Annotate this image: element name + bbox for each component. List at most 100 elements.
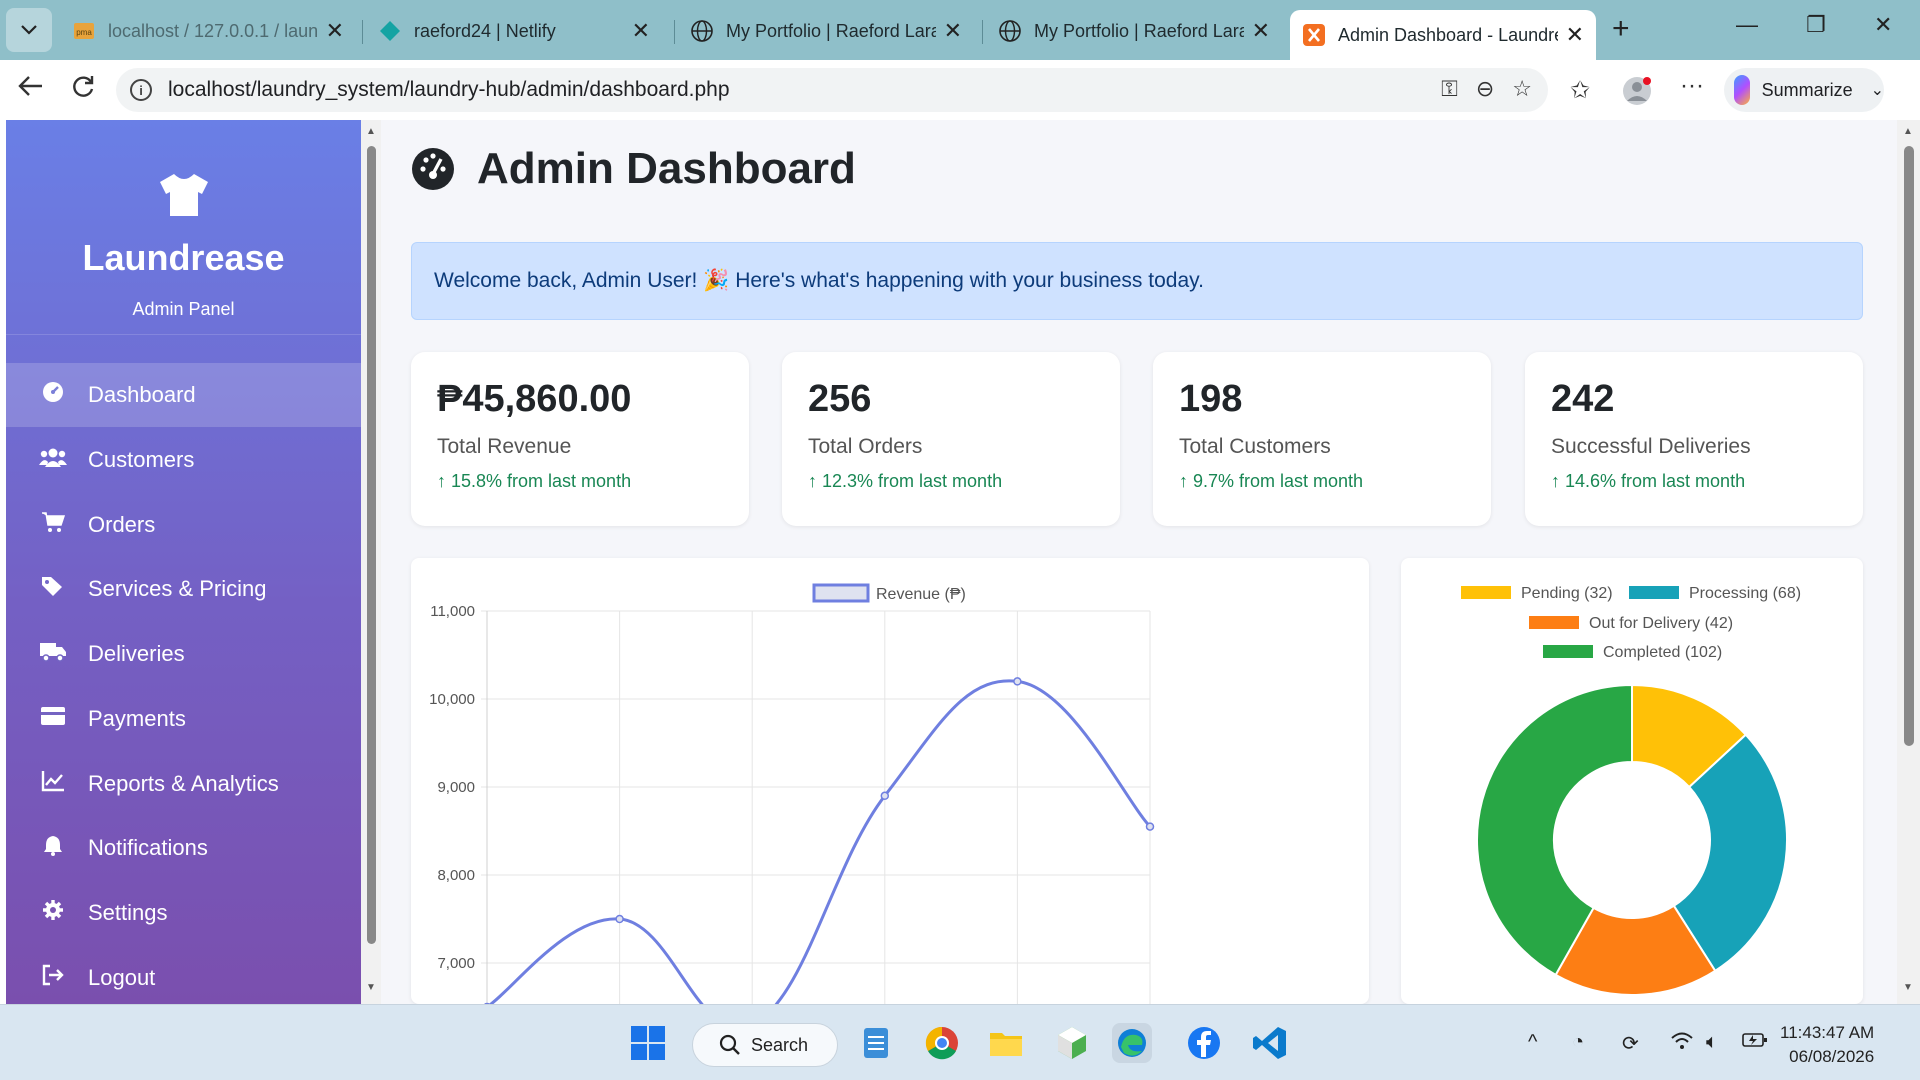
- stat-change: ↑ 9.7% from last month: [1179, 471, 1364, 491]
- revenue-line-chart: Revenue (₱) 11,000 10,000 9,000 8,000 7,…: [429, 583, 1155, 1004]
- sidebar-item-orders[interactable]: Orders: [6, 493, 361, 557]
- data-point[interactable]: [880, 791, 890, 801]
- legend-label: Revenue (₱): [876, 586, 966, 603]
- windows-start-icon[interactable]: [628, 1023, 668, 1063]
- scroll-down-icon[interactable]: ▼: [366, 982, 376, 993]
- new-tab-button[interactable]: +: [1612, 12, 1630, 46]
- scroll-up-icon[interactable]: ▲: [366, 126, 376, 137]
- scroll-up-icon[interactable]: ▲: [1903, 126, 1913, 137]
- facebook-icon[interactable]: [1184, 1023, 1224, 1063]
- data-point[interactable]: [1013, 677, 1022, 686]
- stat-card-orders: 256 Total Orders ↑ 12.3% from last month: [782, 352, 1120, 526]
- sidebar-item-deliveries[interactable]: Deliveries: [6, 622, 361, 686]
- tab-list-button[interactable]: [6, 8, 52, 52]
- stat-card-customers: 198 Total Customers ↑ 9.7% from last mon…: [1153, 352, 1491, 526]
- sidebar-item-notifications[interactable]: Notifications: [6, 816, 361, 880]
- wifi-icon[interactable]: [1670, 1031, 1694, 1057]
- battery-icon[interactable]: [1742, 1031, 1768, 1054]
- refresh-icon[interactable]: [70, 74, 96, 107]
- close-icon[interactable]: ✕: [326, 18, 344, 44]
- close-icon[interactable]: ✕: [1566, 22, 1584, 48]
- legend-swatch-completed: [1543, 645, 1593, 658]
- sidebar-item-customers[interactable]: Customers: [6, 428, 361, 492]
- more-icon[interactable]: ···: [1680, 72, 1704, 100]
- sidebar-item-label: Customers: [88, 447, 195, 472]
- chevron-down-icon[interactable]: ⌄: [1871, 80, 1884, 100]
- cart-icon: [38, 511, 68, 539]
- stat-label: Total Orders: [808, 435, 923, 458]
- taskbar-search[interactable]: Search: [692, 1023, 838, 1067]
- file-explorer-icon[interactable]: [986, 1023, 1026, 1063]
- revenue-chart-card: Revenue (₱) 11,000 10,000 9,000 8,000 7,…: [411, 558, 1369, 1004]
- taskbar-clock[interactable]: 11:43:47 AM 06/08/2026: [1780, 1021, 1874, 1069]
- tab-netlify[interactable]: raeford24 | Netlify ✕: [366, 10, 662, 52]
- sidebar-item-label: Services & Pricing: [88, 576, 267, 601]
- tab-admin-dashboard[interactable]: Admin Dashboard - Laundrease ✕: [1290, 10, 1596, 60]
- tab-separator: [674, 20, 675, 44]
- sidebar-scrollbar[interactable]: ▲ ▼: [361, 120, 381, 1004]
- chrome-icon[interactable]: [922, 1023, 962, 1063]
- tray-app-icon[interactable]: ◔: [1572, 1031, 1584, 1054]
- summarize-button[interactable]: Summarize ⌄: [1724, 68, 1884, 112]
- zoom-icon[interactable]: ⊖: [1476, 76, 1494, 102]
- globe-icon: [999, 20, 1021, 42]
- key-icon[interactable]: ⚿: [1441, 76, 1458, 102]
- tab-title: My Portfolio | Raeford Laraga: [726, 20, 936, 41]
- favorites-icon[interactable]: ✩: [1570, 76, 1590, 105]
- close-icon[interactable]: ✕: [1252, 18, 1270, 44]
- back-icon[interactable]: [16, 74, 44, 105]
- info-icon[interactable]: i: [130, 79, 152, 101]
- sidebar-item-payments[interactable]: Payments: [6, 687, 361, 751]
- sidebar-item-services-pricing[interactable]: Services & Pricing: [6, 557, 361, 621]
- sidebar-item-reports-analytics[interactable]: Reports & Analytics: [6, 752, 361, 816]
- legend-label: Completed (102): [1603, 644, 1722, 661]
- edge-icon[interactable]: [1112, 1023, 1152, 1063]
- url-bar[interactable]: i localhost/laundry_system/laundry-hub/a…: [116, 68, 1548, 112]
- data-point[interactable]: [1145, 822, 1155, 831]
- order-status-chart-card: Pending (32) Processing (68) Out for Del…: [1401, 558, 1863, 1004]
- brand-name: Laundrease: [82, 237, 285, 278]
- tab-portfolio-2[interactable]: My Portfolio | Raeford Laraga ✕: [986, 10, 1282, 52]
- tags-icon: [38, 575, 68, 603]
- tray-chevron-up-icon[interactable]: ^: [1528, 1031, 1537, 1054]
- scroll-down-icon[interactable]: ▼: [1903, 982, 1913, 993]
- close-icon[interactable]: ✕: [632, 18, 650, 44]
- gear-icon: [38, 899, 68, 927]
- sidebar-item-settings[interactable]: Settings: [6, 881, 361, 945]
- url-text[interactable]: localhost/laundry_system/laundry-hub/adm…: [168, 78, 730, 102]
- legend-swatch-processing: [1629, 586, 1679, 599]
- chart-grid: [481, 610, 1151, 1004]
- window-close-icon[interactable]: ✕: [1874, 12, 1892, 38]
- star-icon[interactable]: ☆: [1512, 76, 1532, 102]
- page-title-text: Admin Dashboard: [477, 144, 856, 193]
- stat-value: 242: [1551, 378, 1615, 420]
- restore-icon[interactable]: ❐: [1806, 12, 1826, 38]
- scrollbar-thumb[interactable]: [1904, 146, 1914, 746]
- scrollbar-thumb[interactable]: [367, 146, 376, 944]
- phpmyadmin-icon: pma: [74, 23, 94, 39]
- chart-line-icon: [38, 770, 68, 798]
- sidebar-item-dashboard[interactable]: Dashboard: [6, 363, 361, 427]
- page-viewport: Laundrease Admin Panel Dashboard Custome…: [0, 120, 1920, 1004]
- minimize-icon[interactable]: —: [1736, 12, 1758, 38]
- vscode-icon[interactable]: [1250, 1023, 1290, 1063]
- summarize-label: Summarize: [1761, 79, 1853, 100]
- address-bar-row: i localhost/laundry_system/laundry-hub/a…: [0, 60, 1920, 120]
- app-cube-icon[interactable]: [1052, 1023, 1092, 1063]
- search-label: Search: [751, 1034, 809, 1055]
- tab-phpmyadmin[interactable]: pma localhost / 127.0.0.1 / laundry_syst…: [60, 10, 356, 52]
- close-icon[interactable]: ✕: [944, 18, 962, 44]
- page-scrollbar[interactable]: ▲ ▼: [1897, 120, 1920, 1004]
- data-point[interactable]: [615, 914, 624, 924]
- profile-avatar[interactable]: [1622, 76, 1652, 113]
- xampp-icon: [1303, 24, 1325, 46]
- sidebar-item-logout[interactable]: Logout: [6, 946, 361, 1004]
- notepad-icon[interactable]: [856, 1023, 896, 1063]
- tab-portfolio-1[interactable]: My Portfolio | Raeford Laraga ✕: [678, 10, 974, 52]
- stat-value: ₱45,860.00: [437, 378, 632, 420]
- volume-icon[interactable]: 🔈︎: [1706, 1031, 1718, 1054]
- tray-sync-icon[interactable]: ⟳: [1622, 1031, 1639, 1056]
- stat-value: 256: [808, 378, 872, 420]
- y-tick-label: 8,000: [437, 867, 475, 884]
- sidebar-item-label: Notifications: [88, 835, 208, 860]
